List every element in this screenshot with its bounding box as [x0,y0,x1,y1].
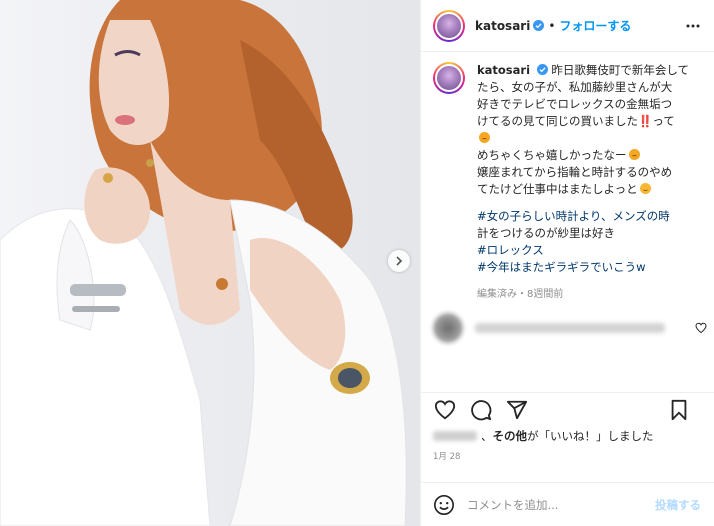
post-comment-button[interactable]: 投稿する [655,497,701,513]
follow-button[interactable]: フォローする [559,17,631,34]
verified-badge-icon [536,64,548,75]
caption-author-avatar[interactable] [433,62,465,94]
post-header: katosari • フォローする [421,0,714,52]
post-details-panel: katosari • フォローする katosari 昨日歌舞伎町で新年会して … [420,0,714,526]
caption-username[interactable]: katosari [477,63,530,77]
photo-illustration [0,0,407,526]
save-button[interactable] [667,398,691,422]
author-username[interactable]: katosari [475,19,530,33]
comment-text-blurred [475,323,665,333]
smiley-icon[interactable] [433,494,455,516]
likes-others-link[interactable]: その他 [493,429,528,443]
hashtag-link[interactable]: #ロレックス [477,242,701,259]
caption-line: 嬢座まれてから指輪と時計するのやめ [477,165,673,179]
more-options-button[interactable] [685,18,701,34]
send-icon [506,400,528,420]
likes-text: 、その他が「いいね！」しました [481,429,654,443]
sad-face-emoji-icon [628,149,640,160]
like-button[interactable] [433,398,457,422]
instagram-post: katosari • フォローする katosari 昨日歌舞伎町で新年会して … [0,0,714,526]
divider [421,392,714,393]
hashtag-link[interactable]: #今年はまたギラギラでいこうw [477,259,701,276]
post-caption: katosari 昨日歌舞伎町で新年会して たら、女の子が、私加藤紗里さんが大 … [433,62,709,303]
likes-summary[interactable]: 、その他が「いいね！」しました [433,428,654,444]
sad-face-emoji-icon [479,132,490,143]
heart-outline-icon [434,400,456,420]
commenter-avatar-blurred [433,313,463,343]
caption-line: けてるの見て同じの買いました‼️って [477,114,675,128]
caption-line: 好きでテレビでロレックスの金無垢つ [477,97,673,111]
author-avatar[interactable] [433,9,465,42]
comment-bar: 投稿する [421,482,714,526]
comment-input[interactable] [467,497,637,512]
liker-name-blurred [433,431,477,441]
header-separator: • [548,18,556,33]
bookmark-icon [671,399,687,421]
heart-outline-icon[interactable] [695,322,707,334]
share-button[interactable] [505,398,529,422]
post-date[interactable]: 1月 28 [433,450,460,462]
comment-icon [471,400,492,421]
next-photo-button[interactable] [388,250,410,272]
verified-badge-icon [533,20,545,31]
edited-timestamp: 編集済み・8週間前 [477,289,564,300]
post-actions [433,398,703,422]
caption-body: katosari 昨日歌舞伎町で新年会して たら、女の子が、私加藤紗里さんが大 … [477,62,701,303]
hashtag-link[interactable]: #女の子らしい時計より、メンズの時 [477,208,701,225]
comment-button[interactable] [469,398,493,422]
caption-line: 計をつけるのが紗里は好き [477,226,615,240]
caption-line: てたけど仕事中はまたしよっと [477,182,638,196]
smile-emoji-icon [639,183,651,194]
chevron-right-icon [396,256,403,266]
more-horizontal-icon [686,24,700,28]
caption-line: たら、女の子が、私加藤紗里さんが大 [477,80,673,94]
post-photo[interactable] [0,0,420,526]
caption-line: 昨日歌舞伎町で新年会して [551,63,689,77]
caption-line: めちゃくちゃ嬉しかったなー [477,148,627,162]
comment-item [433,312,709,344]
